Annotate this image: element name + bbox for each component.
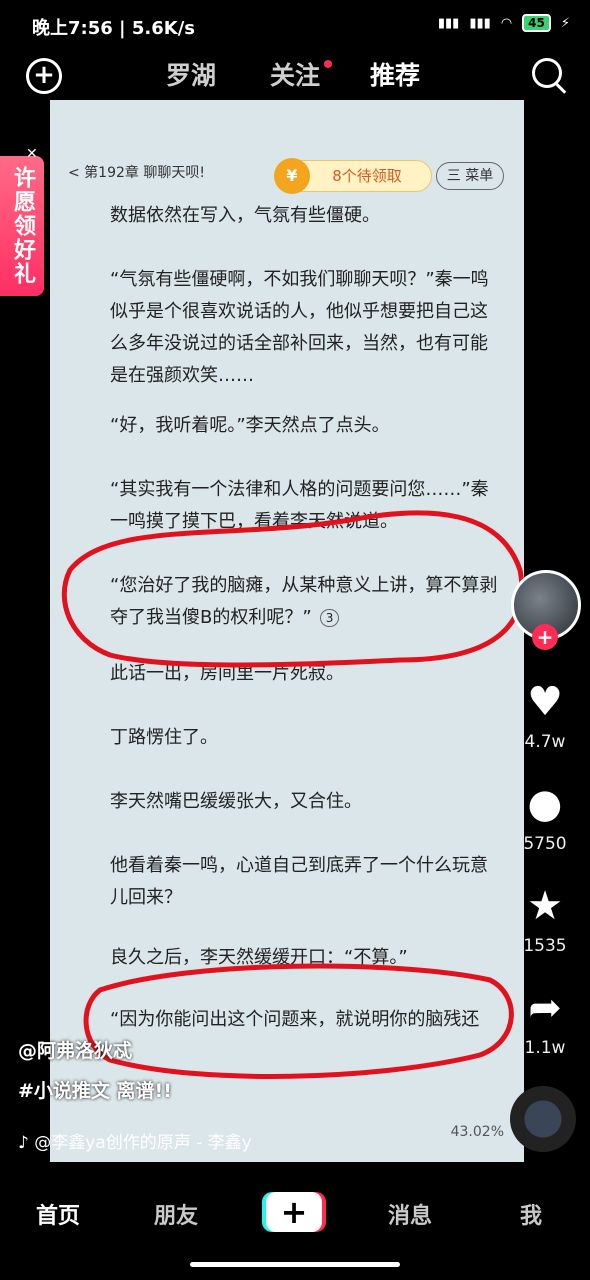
paragraph: 数据依然在写入，气氛有些僵硬。 (110, 205, 380, 226)
video-tags[interactable]: #小说推文 离谱!! (18, 1076, 172, 1103)
tab-recommend[interactable]: 推荐 (370, 56, 420, 92)
signal-icon-2: ▮▮▮ (469, 15, 491, 31)
menu-button[interactable]: 三 菜单 (436, 162, 504, 190)
notification-dot (324, 60, 332, 68)
favorite-star-icon[interactable]: ★ (521, 884, 569, 928)
nav-messages[interactable]: 消息 (388, 1198, 432, 1230)
like-heart-icon[interactable]: ♥ (521, 680, 569, 724)
paragraph: “其实我有一个法律和人格的问题要问您……”秦一鸣摸了摸下巴，看着李天然说道。 (110, 479, 489, 532)
wifi-icon: ◠ (500, 15, 513, 31)
book-reader: < 第192章 聊聊天呗! 8个待领取 ¥ 三 菜单 数据依然在写入，气氛有些僵… (50, 100, 524, 1162)
paragraph: “好，我听着呢。”李天然点了点头。 (110, 415, 390, 436)
paragraph: 此话一出，房间里一片死寂。 (110, 663, 344, 684)
paragraph-text: “您治好了我的脑瘫，从某种意义上讲，算不算剥夺了我当傻B的权利呢？” (110, 575, 498, 628)
comment-count: 5750 (523, 834, 567, 854)
like-count: 4.7w (524, 732, 566, 752)
nav-home[interactable]: 首页 (36, 1198, 80, 1230)
close-icon[interactable]: ✕ (26, 146, 38, 162)
comment-icon[interactable]: ● (521, 782, 569, 826)
follow-plus-icon[interactable]: + (532, 624, 558, 650)
paragraph: “气氛有些僵硬啊，不如我们聊聊天呗？”秦一鸣似乎是个很喜欢说话的人，他似乎想要把… (110, 269, 489, 386)
paragraph: “您治好了我的脑瘫，从某种意义上讲，算不算剥夺了我当傻B的权利呢？” 3 (110, 570, 504, 634)
coin-icon: ¥ (274, 158, 310, 194)
nav-me[interactable]: 我 (520, 1198, 542, 1230)
paragraph: 李天然嘴巴缓缓张大，又合住。 (110, 791, 362, 812)
tab-following[interactable]: 关注 (270, 56, 320, 92)
author-name[interactable]: @阿弗洛狄忒 (18, 1036, 132, 1063)
share-count: 1.1w (524, 1038, 566, 1058)
home-indicator (190, 1262, 400, 1267)
music-disc-icon[interactable] (510, 1086, 576, 1152)
paragraph: 良久之后，李天然缓缓开口：“不算。” (110, 947, 408, 968)
add-icon[interactable]: + (26, 58, 62, 94)
favorite-count: 1535 (523, 936, 567, 956)
create-plus-button[interactable]: + (266, 1192, 322, 1232)
signal-icon: ▮▮▮ (437, 15, 460, 31)
search-icon[interactable] (532, 58, 562, 88)
chapter-title[interactable]: < 第192章 聊聊天呗! (68, 162, 205, 182)
battery-icon: 45 (522, 14, 551, 32)
wish-banner[interactable]: 许愿领好礼 (0, 156, 44, 296)
charging-icon: ⚡ (560, 15, 570, 31)
reading-progress: 43.02% (450, 1124, 504, 1140)
status-time: 晚上7:56 | 5.6K/s (32, 18, 196, 39)
tab-luohu[interactable]: 罗湖 (166, 56, 216, 92)
nav-friends[interactable]: 朋友 (154, 1198, 198, 1230)
comment-count-badge[interactable]: 3 (319, 609, 340, 627)
top-nav: + 罗湖 关注 推荐 (0, 52, 590, 102)
status-icons: ▮▮▮ ▮▮▮ ◠ 45 ⚡ (438, 14, 570, 32)
paragraph: 丁路愣住了。 (110, 727, 218, 748)
share-arrow-icon[interactable]: ➦ (521, 986, 569, 1030)
status-bar: 晚上7:56 | 5.6K/s ▮▮▮ ▮▮▮ ◠ 45 ⚡ (0, 0, 590, 52)
paragraph: 他看着秦一鸣，心道自己到底弄了一个什么玩意儿回来？ (110, 855, 488, 908)
paragraph: “因为你能问出这个问题来，就说明你的脑残还 (110, 1009, 480, 1030)
music-title[interactable]: ♪ @李鑫ya创作的原声 - 李鑫y (18, 1128, 252, 1153)
